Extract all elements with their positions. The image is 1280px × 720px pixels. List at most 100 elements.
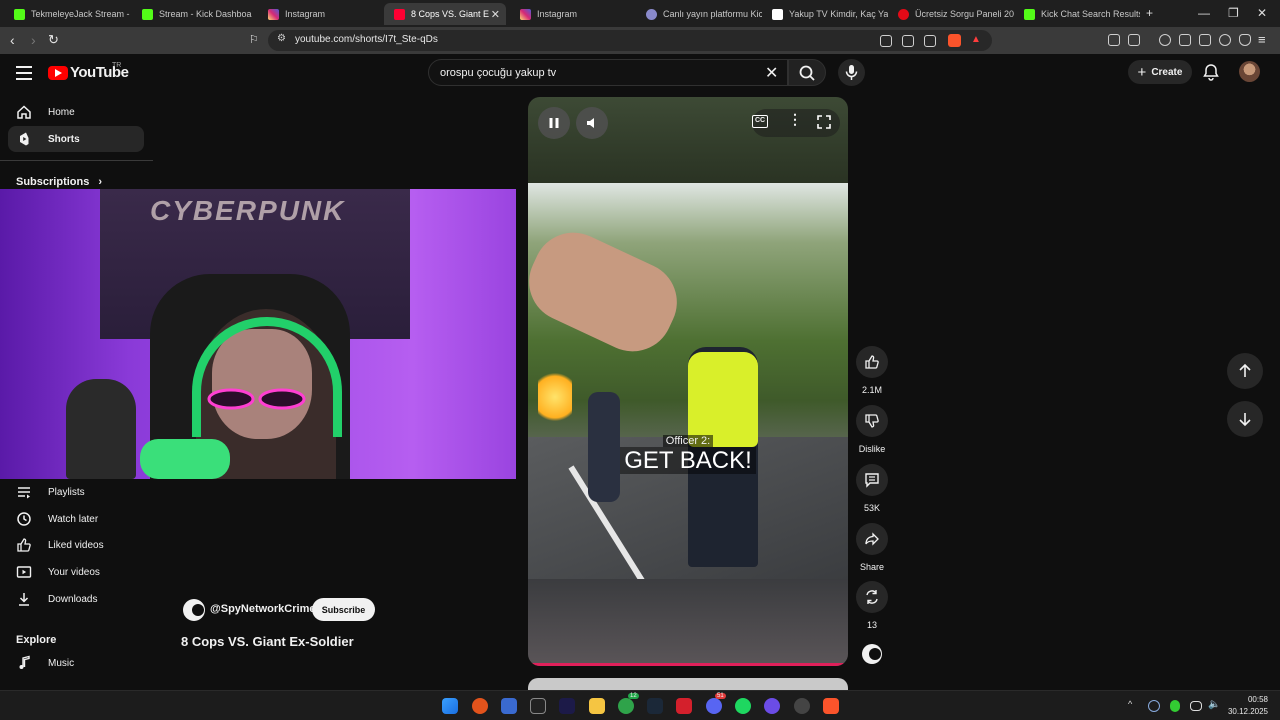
- sidebar-item-downloads[interactable]: Downloads: [8, 586, 144, 612]
- share-button[interactable]: Share: [856, 523, 888, 572]
- translate-icon[interactable]: [902, 35, 914, 47]
- tab-title: Canlı yayın platformu Kick: [663, 9, 762, 19]
- browser-tab-active[interactable]: 8 Cops VS. Giant E ✕: [384, 3, 506, 25]
- vpn-shield-icon[interactable]: [1239, 34, 1251, 46]
- epic-games-icon[interactable]: [530, 698, 546, 714]
- windows-start-icon[interactable]: [442, 698, 458, 714]
- microphone-tray-icon[interactable]: [1170, 700, 1180, 712]
- app-icon[interactable]: [676, 698, 692, 714]
- clock-icon: [16, 511, 32, 527]
- search-button[interactable]: [788, 59, 826, 86]
- browser-tab[interactable]: Canlı yayın platformu Kick: [636, 3, 762, 25]
- sidebar-item-label: Your videos: [48, 566, 100, 578]
- close-tab-icon[interactable]: ✕: [491, 8, 500, 21]
- browser-tab[interactable]: Instagram: [258, 3, 384, 25]
- bookmark-icon[interactable]: ⚐: [249, 33, 259, 46]
- forward-icon[interactable]: ›: [31, 32, 36, 48]
- sidebar-item-shorts[interactable]: Shorts: [8, 126, 144, 152]
- fullscreen-icon[interactable]: [817, 115, 831, 129]
- remix-button[interactable]: 13: [856, 581, 888, 630]
- clock-date[interactable]: 30.12.2025: [1226, 707, 1268, 716]
- channel-name[interactable]: @SpyNetworkCrime: [210, 603, 315, 615]
- menu-icon[interactable]: ≡: [1258, 32, 1266, 47]
- short-title[interactable]: 8 Cops VS. Giant Ex-Soldier: [181, 634, 354, 649]
- browser-tab[interactable]: Ücretsiz Sorgu Paneli 2025: [888, 3, 1014, 25]
- app-icon[interactable]: [472, 698, 488, 714]
- minimize-button[interactable]: —: [1198, 6, 1210, 20]
- arrow-up-icon: [1239, 363, 1251, 377]
- next-short-button[interactable]: [1227, 401, 1263, 437]
- shorts-player[interactable]: CC ⋮ Officer 2: GET BACK!: [528, 97, 848, 666]
- more-options-icon[interactable]: ⋮: [788, 111, 802, 128]
- back-icon[interactable]: ‹: [10, 32, 15, 48]
- speaker-icon[interactable]: 🔈: [1208, 699, 1220, 710]
- leo-ai-icon[interactable]: [1219, 34, 1231, 46]
- screenshot-icon[interactable]: [1128, 34, 1140, 46]
- notifications-button[interactable]: [1202, 63, 1220, 86]
- premiere-pro-icon[interactable]: [559, 698, 575, 714]
- wallet-icon[interactable]: [1199, 34, 1211, 46]
- share-icon[interactable]: [924, 35, 936, 47]
- captions-icon[interactable]: CC: [752, 115, 768, 128]
- brave-shields-icon[interactable]: [948, 34, 961, 47]
- subscriptions-heading[interactable]: Subscriptions ›: [16, 176, 102, 188]
- site-info-icon[interactable]: ⚙: [277, 33, 286, 44]
- display-icon[interactable]: [1190, 701, 1202, 711]
- sidebar-item-your-videos[interactable]: Your videos: [8, 559, 144, 585]
- sidebar-item-watch-later[interactable]: Watch later: [8, 506, 144, 532]
- voice-search-button[interactable]: [838, 59, 865, 86]
- spotify-icon[interactable]: [735, 698, 751, 714]
- channel-avatar[interactable]: [183, 599, 205, 621]
- volume-button[interactable]: [576, 107, 608, 139]
- sidebar-item-liked-videos[interactable]: Liked videos: [8, 532, 144, 558]
- sidebar-item-home[interactable]: Home: [8, 99, 144, 125]
- sidebar-item-music[interactable]: Music: [8, 650, 144, 676]
- obs-icon[interactable]: [794, 698, 810, 714]
- browser-tab[interactable]: Instagram: [510, 3, 636, 25]
- dislike-button[interactable]: Dislike: [856, 405, 888, 454]
- sidebar-item-label: Watch later: [48, 513, 99, 525]
- guide-menu-icon[interactable]: [16, 66, 32, 84]
- file-explorer-icon[interactable]: [589, 698, 605, 714]
- sidebar-item-label: Playlists: [48, 486, 85, 498]
- like-button[interactable]: 2.1M: [856, 346, 888, 395]
- comment-count: 53K: [863, 503, 880, 513]
- brave-browser-icon[interactable]: [823, 698, 839, 714]
- discord-icon[interactable]: [706, 698, 722, 714]
- subscribe-button[interactable]: Subscribe: [312, 598, 375, 621]
- app-icon[interactable]: [501, 698, 517, 714]
- browser-tab[interactable]: Stream - Kick Dashboa: [132, 3, 258, 25]
- sidebar-icon[interactable]: [1179, 34, 1191, 46]
- browser-tab[interactable]: TekmeleyeJack Stream - W: [4, 3, 130, 25]
- new-tab-button[interactable]: +: [1146, 6, 1153, 20]
- progress-bar[interactable]: [528, 663, 848, 666]
- maximize-button[interactable]: ❐: [1228, 6, 1239, 20]
- youtube-play-icon: [48, 65, 68, 80]
- channel-thumbnail[interactable]: [860, 642, 884, 666]
- reload-icon[interactable]: ↻: [48, 32, 59, 48]
- pause-button[interactable]: [538, 107, 570, 139]
- search-input[interactable]: orospu çocuğu yakup tv ✕: [428, 59, 788, 86]
- xbox-icon[interactable]: [618, 698, 634, 714]
- address-bar[interactable]: ⚙ youtube.com/shorts/I7t_Ste-qDs ▲: [268, 30, 992, 51]
- create-button[interactable]: + Create: [1128, 60, 1192, 84]
- sidebar-item-playlists[interactable]: Playlists: [8, 479, 144, 505]
- app-icon[interactable]: [764, 698, 780, 714]
- steam-icon[interactable]: [647, 698, 663, 714]
- cast-icon[interactable]: [880, 35, 892, 47]
- clock-time[interactable]: 00:58: [1244, 695, 1268, 704]
- previous-short-button[interactable]: [1227, 353, 1263, 389]
- media-icon[interactable]: [1159, 34, 1171, 46]
- extensions-icon[interactable]: [1108, 34, 1120, 46]
- youtube-logo[interactable]: YouTube TR: [48, 62, 129, 81]
- tab-title: 8 Cops VS. Giant E: [411, 9, 490, 19]
- close-window-button[interactable]: ✕: [1257, 6, 1267, 20]
- browser-tab[interactable]: Yakup TV Kimdir, Kaç Yaşı: [762, 3, 888, 25]
- browser-tab[interactable]: Kick Chat Search Results: [1014, 3, 1140, 25]
- comments-button[interactable]: 53K: [856, 464, 888, 513]
- account-avatar[interactable]: [1239, 61, 1260, 82]
- sync-icon[interactable]: [1148, 700, 1160, 712]
- brave-rewards-icon[interactable]: ▲: [971, 34, 981, 45]
- clear-search-icon[interactable]: ✕: [765, 63, 778, 83]
- chevron-up-icon[interactable]: ^: [1128, 699, 1132, 709]
